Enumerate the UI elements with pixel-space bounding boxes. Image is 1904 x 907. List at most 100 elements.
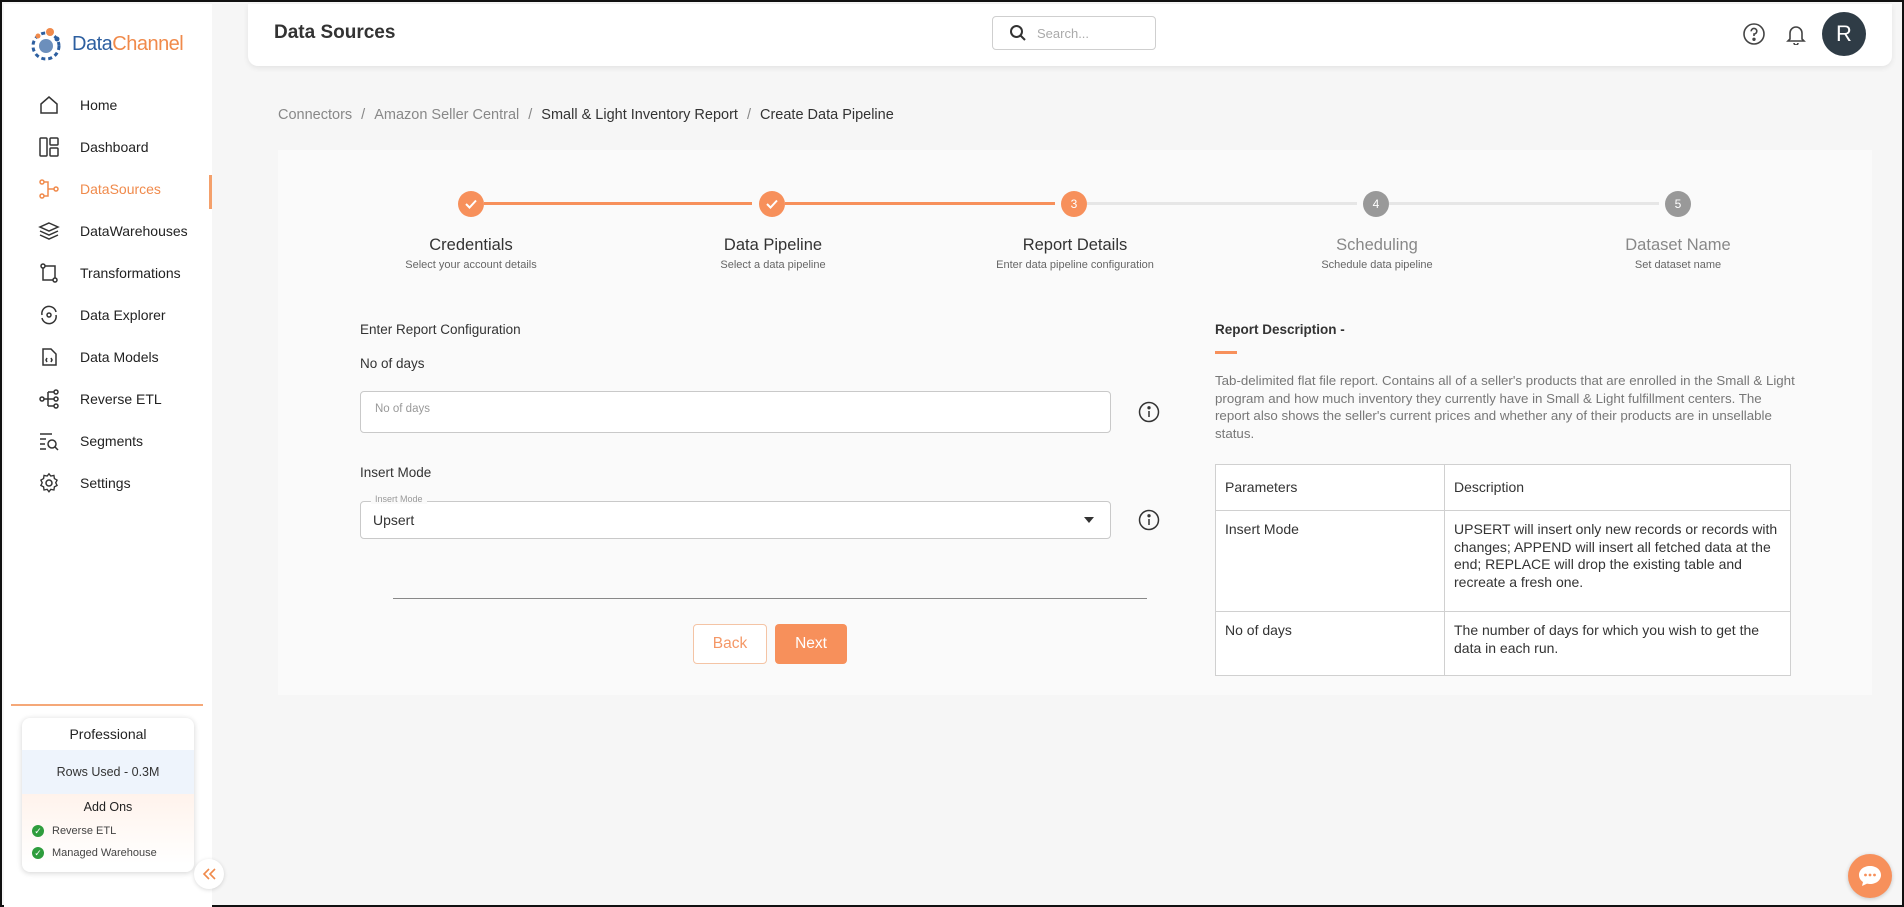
sidebar-nav: Home Dashboard DataSources DataWarehouse… <box>4 84 212 504</box>
data-models-icon <box>38 346 60 368</box>
step-connector <box>484 202 752 205</box>
step-3-current: 3 <box>1061 191 1087 217</box>
avatar-initial: R <box>1836 21 1852 46</box>
segments-icon <box>38 430 60 452</box>
breadcrumb-separator: / <box>528 107 533 123</box>
sidebar-item-dashboard[interactable]: Dashboard <box>4 126 212 168</box>
insert-mode-value: Upsert <box>373 512 415 528</box>
sidebar: DataChannel Home Dashboard DataSources D… <box>4 4 224 907</box>
breadcrumb-separator: / <box>361 107 366 123</box>
breadcrumb-report[interactable]: Small & Light Inventory Report <box>541 107 738 123</box>
breadcrumb-current: Create Data Pipeline <box>759 107 894 123</box>
form-divider <box>393 598 1147 599</box>
transform-icon <box>38 262 60 284</box>
reverse-etl-icon <box>38 388 60 410</box>
sidebar-item-label: DataSources <box>80 181 161 197</box>
notifications-button[interactable] <box>1784 22 1808 46</box>
table-header: Description <box>1444 464 1791 511</box>
step-connector <box>785 202 1055 205</box>
logo[interactable]: DataChannel <box>28 22 184 66</box>
gear-icon <box>38 472 60 494</box>
info-icon[interactable] <box>1138 401 1160 423</box>
step-title: Dataset Name <box>1625 236 1731 254</box>
sidebar-item-home[interactable]: Home <box>4 84 212 126</box>
help-icon <box>1743 23 1765 45</box>
step-connector <box>1389 202 1659 205</box>
sidebar-item-datawarehouses[interactable]: DataWarehouses <box>4 210 212 252</box>
table-row: Insert Mode UPSERT will insert only new … <box>1215 510 1791 612</box>
addons-title: Add Ons <box>83 800 133 814</box>
step-subtitle: Select a data pipeline <box>720 259 826 271</box>
breadcrumb-connectors[interactable]: Connectors <box>278 107 352 123</box>
sidebar-item-datasources[interactable]: DataSources <box>4 168 212 210</box>
step-title: Report Details <box>1022 236 1128 254</box>
step-subtitle: Select your account details <box>405 259 537 271</box>
step-subtitle: Set dataset name <box>1634 259 1722 271</box>
step-subtitle: Enter data pipeline configuration <box>996 259 1154 271</box>
step-5-pending: 5 <box>1665 191 1691 217</box>
days-placeholder: No of days <box>375 403 430 415</box>
explorer-icon <box>38 304 60 326</box>
check-icon <box>766 199 778 209</box>
sidebar-item-label: Reverse ETL <box>80 391 162 407</box>
report-description-title: Report Description - <box>1215 322 1345 337</box>
check-icon <box>465 199 477 209</box>
table-cell: Insert Mode <box>1215 510 1445 612</box>
top-header: Data Sources Search... R <box>248 4 1892 66</box>
table-header-row: Parameters Description <box>1215 464 1791 511</box>
layers-icon <box>38 220 60 242</box>
logo-text: DataChannel <box>72 32 184 55</box>
logo-icon <box>31 28 61 61</box>
table-cell: The number of days for which you wish to… <box>1444 611 1791 676</box>
sidebar-item-data-explorer[interactable]: Data Explorer <box>4 294 212 336</box>
sidebar-item-label: Transformations <box>80 265 181 281</box>
sidebar-item-settings[interactable]: Settings <box>4 462 212 504</box>
step-1-done <box>458 191 484 217</box>
breadcrumb-amazon-seller-central[interactable]: Amazon Seller Central <box>374 107 519 123</box>
back-button[interactable]: Back <box>693 624 767 664</box>
chat-button[interactable] <box>1848 854 1892 898</box>
no-of-days-input[interactable]: No of days <box>360 391 1111 433</box>
rows-used: Rows Used - 0.3M <box>22 750 194 794</box>
datasources-icon <box>38 178 60 200</box>
chat-bubble-icon <box>1859 866 1881 886</box>
step-4-pending: 4 <box>1363 191 1389 217</box>
breadcrumb: Connectors / Amazon Seller Central / Sma… <box>278 107 894 123</box>
double-chevron-left-icon <box>202 868 216 880</box>
addon-label: Reverse ETL <box>52 825 117 837</box>
sidebar-item-label: Data Explorer <box>80 307 166 323</box>
step-subtitle: Schedule data pipeline <box>1321 259 1433 271</box>
table-cell: UPSERT will insert only new records or r… <box>1444 510 1791 612</box>
info-icon[interactable] <box>1138 509 1160 531</box>
sidebar-item-label: Data Models <box>80 349 159 365</box>
page-title: Data Sources <box>274 22 396 43</box>
sidebar-item-label: Dashboard <box>80 139 149 155</box>
step-number: 5 <box>1674 197 1682 211</box>
step-number: 3 <box>1070 197 1078 211</box>
caret-down-icon <box>1084 517 1094 523</box>
search-placeholder: Search... <box>1037 25 1090 41</box>
form-section-title: Enter Report Configuration <box>360 322 521 337</box>
search-icon <box>1010 25 1026 41</box>
sidebar-item-segments[interactable]: Segments <box>4 420 212 462</box>
sidebar-item-label: Home <box>80 97 118 113</box>
search-input[interactable]: Search... <box>992 16 1156 50</box>
step-2-done <box>759 191 785 217</box>
addon-item: ✓ Managed Warehouse <box>22 842 194 864</box>
table-header: Parameters <box>1215 464 1445 511</box>
sidebar-item-data-models[interactable]: Data Models <box>4 336 212 378</box>
plan-divider <box>11 704 203 706</box>
help-button[interactable] <box>1742 22 1766 46</box>
addon-item: ✓ Reverse ETL <box>22 820 194 842</box>
next-button[interactable]: Next <box>775 624 847 664</box>
dashboard-icon <box>38 136 60 158</box>
table-cell: No of days <box>1215 611 1445 676</box>
sidebar-item-reverse-etl[interactable]: Reverse ETL <box>4 378 212 420</box>
check-circle-icon: ✓ <box>32 825 44 837</box>
insert-mode-select[interactable]: Insert Mode Upsert <box>360 494 1111 539</box>
avatar[interactable]: R <box>1822 12 1866 56</box>
insert-mode-legend: Insert Mode <box>371 494 427 504</box>
sidebar-item-transformations[interactable]: Transformations <box>4 252 212 294</box>
collapse-sidebar-button[interactable] <box>194 859 224 889</box>
home-icon <box>38 94 60 116</box>
